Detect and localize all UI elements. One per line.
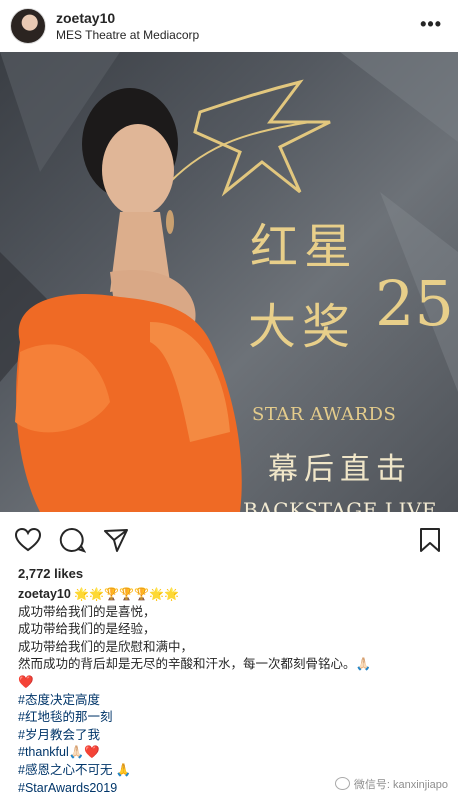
wechat-watermark: 微信号: kanxinjiapo [334,776,448,792]
action-bar [0,520,458,560]
share-send-icon[interactable] [102,526,130,554]
caption-line: 成功带给我们的是喜悦， [18,604,156,619]
more-options-icon[interactable]: ••• [420,14,442,35]
post-username[interactable]: zoetay10 [56,10,115,26]
avatar[interactable] [10,8,46,44]
star-logo-icon [193,79,331,197]
caption-emojis: 🌟🌟🏆🏆🏆🌟🌟 [74,587,179,601]
caption-line: 成功带给我们的是欣慰和满中， [18,639,194,654]
wechat-icon [334,777,350,790]
hashtag-link[interactable]: #红地毯的那一刻 [18,709,448,727]
like-heart-icon[interactable] [14,526,42,554]
comment-icon[interactable] [58,526,86,554]
logo-number: 25 [375,267,454,340]
logo-english: STAR AWARDS [252,404,397,425]
hashtag-link[interactable]: #thankful🙏🏻❤️ [18,744,448,762]
bookmark-icon[interactable] [416,526,444,554]
post-photo[interactable]: 红星 大奖 25 STAR AWARDS 幕后直击 BACKSTAGE LIVE [0,52,458,512]
caption-line: 成功带给我们的是经验， [18,622,156,637]
logo-chinese-bottom: 大奖 [248,299,357,355]
caption-username[interactable]: zoetay10 [18,587,71,601]
like-count[interactable]: 2,772 likes [18,566,83,581]
watermark-text: 微信号: kanxinjiapo [353,779,448,791]
logo-chinese-top: 红星 [250,219,359,275]
post-location[interactable]: MES Theatre at Mediacorp [56,28,199,42]
post-header: zoetay10 MES Theatre at Mediacorp ••• [0,0,458,52]
caption-line: 然而成功的背后却是无尽的辛酸和汗水，每一次都刻骨铭心。🙏🏻 [18,657,372,672]
post-caption: zoetay10 🌟🌟🏆🏆🏆🌟🌟 成功带给我们的是喜悦， 成功带给我们的是经验，… [18,586,448,797]
hashtag-link[interactable]: #岁月教会了我 [18,727,448,745]
hashtag-link[interactable]: #态度决定高度 [18,692,448,710]
backstage-english: BACKSTAGE LIVE [243,498,437,512]
backstage-chinese: 幕后直击 [268,452,412,487]
heart-emoji: ❤️ [18,674,34,689]
